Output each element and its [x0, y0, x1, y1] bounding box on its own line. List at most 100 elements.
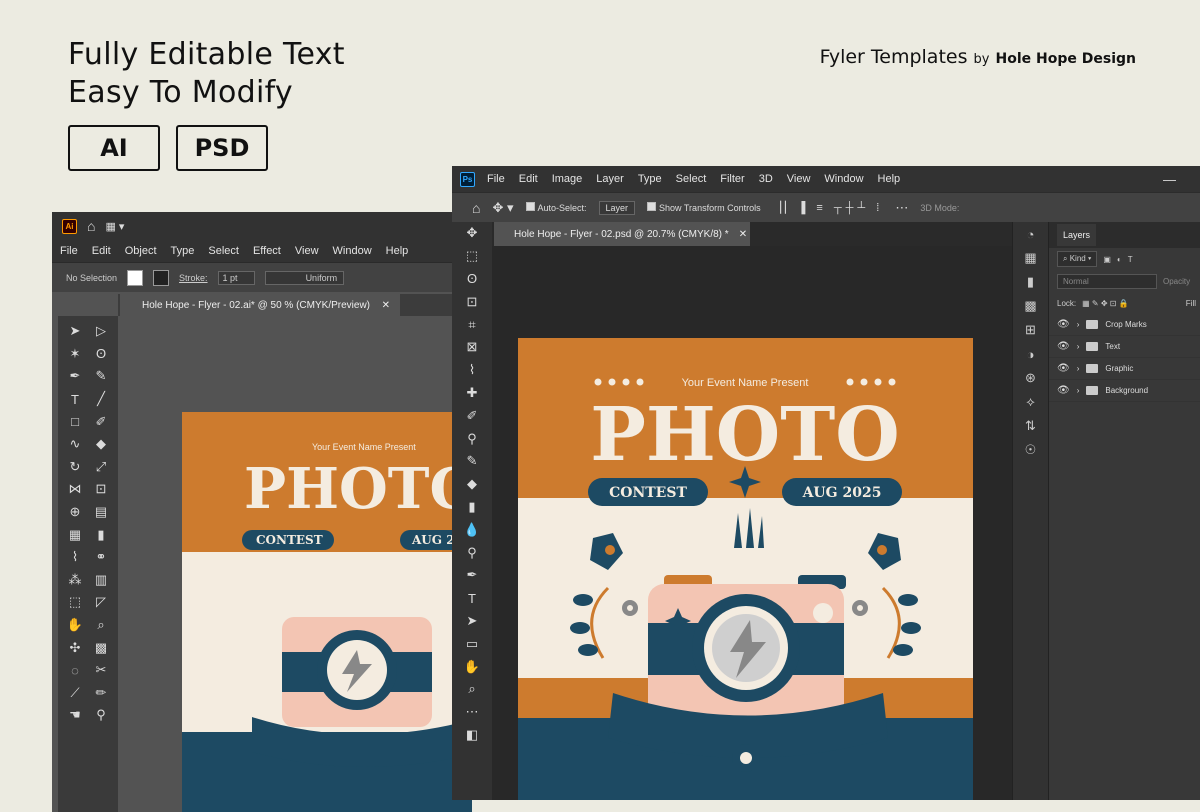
hand-tool-icon[interactable]: ✋ — [62, 614, 88, 637]
lasso-icon[interactable]: ʘ — [88, 343, 114, 366]
mesh-tool-icon[interactable]: ▦ — [62, 523, 88, 546]
move-tool-icon[interactable]: ✥ ▾ — [492, 200, 513, 216]
eyedropper-icon[interactable]: ⌇ — [452, 359, 492, 382]
puppet-warp-icon[interactable]: ✣ — [62, 636, 88, 659]
type-tool-icon[interactable]: T — [452, 587, 492, 610]
chevron-right-icon[interactable]: › — [1077, 320, 1080, 329]
paths-icon[interactable]: ⟡ — [1013, 390, 1048, 414]
selection-tool-icon[interactable]: ➤ — [62, 320, 88, 343]
layer-row[interactable]: 👁 › Graphic — [1049, 358, 1200, 380]
magic-wand-icon[interactable]: ✶ — [62, 343, 88, 366]
styles-icon[interactable]: ⊛ — [1013, 366, 1048, 390]
dodge-tool-icon[interactable]: ⚲ — [452, 541, 492, 564]
perspective-grid-icon[interactable]: ▤ — [88, 501, 114, 524]
menu-file[interactable]: File — [487, 173, 505, 185]
close-icon[interactable]: ✕ — [739, 229, 747, 240]
rotate-tool-icon[interactable]: ↻ — [62, 456, 88, 479]
eyedropper-icon[interactable]: ⌇ — [62, 546, 88, 569]
eraser-icon[interactable]: ◆ — [452, 473, 492, 496]
blend-mode-select[interactable]: Normal — [1057, 273, 1157, 289]
menu-type[interactable]: Type — [171, 245, 195, 257]
artboard-tool-icon[interactable]: ⬚ — [62, 591, 88, 614]
layer-row[interactable]: 👁 › Text — [1049, 336, 1200, 358]
hand-tool-icon[interactable]: ✋ — [452, 655, 492, 678]
workspace-switcher-icon[interactable]: ▦ ▾ — [105, 220, 124, 233]
menu-select[interactable]: Select — [208, 245, 239, 257]
transform-controls-checkbox[interactable]: Show Transform Controls — [647, 202, 761, 213]
path-selection-icon[interactable]: ➤ — [452, 610, 492, 633]
object-selection-icon[interactable]: ⊡ — [452, 290, 492, 313]
filter-type-icon[interactable]: T — [1128, 255, 1133, 264]
menu-window[interactable]: Window — [824, 173, 863, 185]
healing-brush-icon[interactable]: ✚ — [452, 382, 492, 405]
stroke-swatch[interactable] — [153, 269, 170, 286]
shape-builder-icon[interactable]: ⊕ — [62, 501, 88, 524]
eye-icon[interactable]: 👁 — [1057, 319, 1070, 330]
lock-icons[interactable]: ▦ ✎ ✥ ⊡ 🔒 — [1082, 299, 1129, 308]
magnify-icon[interactable]: ⚲ — [88, 704, 114, 727]
chevron-right-icon[interactable]: › — [1077, 364, 1080, 373]
menu-image[interactable]: Image — [552, 173, 583, 185]
stroke-weight-field[interactable]: 1 pt — [217, 270, 255, 285]
menu-effect[interactable]: Effect — [253, 245, 281, 257]
zoom-tool-icon[interactable]: ⌕ — [88, 614, 114, 637]
menu-3d[interactable]: 3D — [759, 173, 773, 185]
align-icons[interactable]: ▕▏▐ ≡ ┬┼┴ ⁞ — [773, 201, 884, 214]
menu-view[interactable]: View — [787, 173, 811, 185]
adjustments-icon[interactable]: ◑ — [1013, 342, 1048, 366]
menu-type[interactable]: Type — [638, 173, 662, 185]
menu-help[interactable]: Help — [386, 245, 409, 257]
crop-tool-icon[interactable]: ⌗ — [452, 313, 492, 336]
learn-icon[interactable]: ☉ — [1013, 438, 1048, 462]
gradient-tool-icon[interactable]: ▮ — [452, 496, 492, 519]
shape-tool-icon[interactable]: ▭ — [452, 632, 492, 655]
clone-stamp-icon[interactable]: ⚲ — [452, 427, 492, 450]
symbol-sprayer-icon[interactable]: ⁂ — [62, 569, 88, 592]
minimize-icon[interactable]: — — [1163, 172, 1176, 187]
auto-select-checkbox[interactable]: Auto-Select: — [525, 202, 587, 213]
menu-layer[interactable]: Layer — [596, 173, 624, 185]
menu-edit[interactable]: Edit — [92, 245, 111, 257]
rectangle-tool-icon[interactable]: □ — [62, 410, 88, 433]
color-palette-icon[interactable]: ◔ — [1013, 222, 1048, 246]
column-graph-icon[interactable]: ▥ — [88, 569, 114, 592]
line-tool-icon[interactable]: ╱ — [88, 388, 114, 411]
curvature-tool-icon[interactable]: ✎ — [88, 365, 114, 388]
marquee-tool-icon[interactable]: ⬚ — [452, 245, 492, 268]
more-options-icon[interactable]: ⋯ — [895, 200, 908, 216]
fill-swatch[interactable] — [127, 269, 144, 286]
lasso-tool-icon[interactable]: ʘ — [452, 268, 492, 291]
brush-library-icon[interactable]: ▩ — [88, 636, 114, 659]
pen-tool-icon[interactable]: ✒ — [452, 564, 492, 587]
gradients-icon[interactable]: ▮ — [1013, 270, 1048, 294]
swatches-icon[interactable]: ▦ — [1013, 246, 1048, 270]
eraser-icon[interactable]: ◆ — [88, 433, 114, 456]
menu-view[interactable]: View — [295, 245, 319, 257]
scissors-icon[interactable]: ✂ — [88, 659, 114, 682]
chevron-right-icon[interactable]: › — [1077, 386, 1080, 395]
type-tool-icon[interactable]: T — [62, 388, 88, 411]
filter-pixel-icon[interactable]: ▣ — [1103, 255, 1111, 264]
move-tool-icon[interactable]: ✥ — [452, 222, 492, 245]
shaper-tool-icon[interactable]: ∿ — [62, 433, 88, 456]
channels-icon[interactable]: ⇅ — [1013, 414, 1048, 438]
brush-tool-icon[interactable]: ✐ — [452, 404, 492, 427]
properties-icon[interactable]: ⊞ — [1013, 318, 1048, 342]
menu-filter[interactable]: Filter — [720, 173, 744, 185]
chevron-right-icon[interactable]: › — [1077, 342, 1080, 351]
gradient-tool-icon[interactable]: ▮ — [88, 523, 114, 546]
warp-tool-icon[interactable]: ◌ — [62, 659, 88, 682]
color-swatches-icon[interactable]: ◧ — [452, 724, 492, 747]
home-icon[interactable]: ⌂ — [87, 218, 95, 234]
filter-adjustment-icon[interactable]: ◐ — [1117, 255, 1122, 264]
scale-tool-icon[interactable]: ⤢ — [88, 456, 114, 479]
eye-icon[interactable]: 👁 — [1057, 341, 1070, 352]
hand-icon[interactable]: ☚ — [62, 704, 88, 727]
blur-tool-icon[interactable]: 💧 — [452, 518, 492, 541]
eye-icon[interactable]: 👁 — [1057, 385, 1070, 396]
paintbrush-icon[interactable]: ✐ — [88, 410, 114, 433]
menu-edit[interactable]: Edit — [519, 173, 538, 185]
pencil-icon[interactable]: ✏ — [88, 682, 114, 705]
more-tools-icon[interactable]: ⋯ — [452, 701, 492, 724]
layer-row[interactable]: 👁 › Crop Marks — [1049, 314, 1200, 336]
